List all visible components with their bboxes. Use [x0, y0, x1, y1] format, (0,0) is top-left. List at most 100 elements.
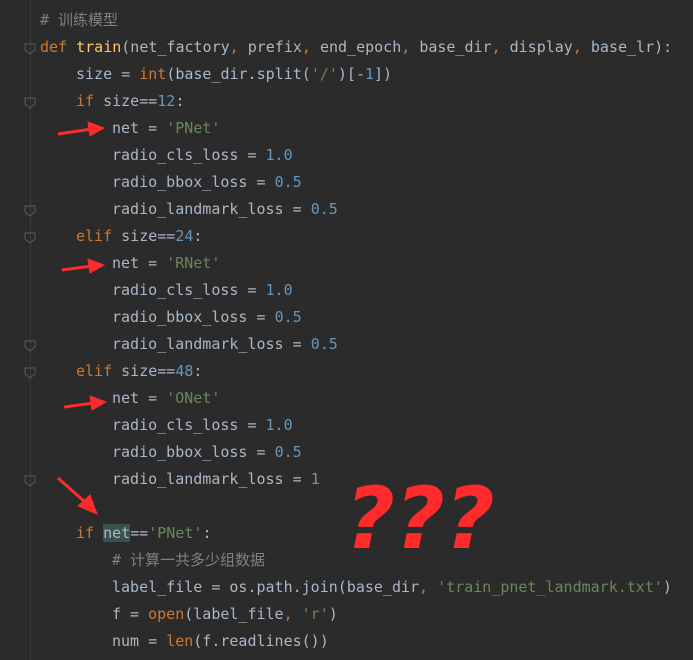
code-line[interactable]: radio_cls_loss = 1.0 — [112, 142, 293, 169]
code-token: 1 — [310, 470, 320, 488]
code-token: ) — [328, 605, 338, 623]
code-line[interactable]: radio_bbox_loss = 0.5 — [112, 439, 302, 466]
code-token: 'RNet' — [166, 254, 221, 272]
fold-marker-icon[interactable] — [24, 95, 36, 109]
code-token: (base_dir.split( — [166, 65, 311, 83]
code-token: size = — [76, 65, 140, 83]
code-line[interactable]: net = 'PNet' — [112, 115, 220, 142]
code-token: '/' — [310, 65, 338, 83]
code-token: int — [139, 65, 167, 83]
code-line[interactable]: radio_cls_loss = 1.0 — [112, 277, 293, 304]
fold-marker-icon[interactable] — [24, 365, 36, 379]
fold-marker-icon[interactable] — [24, 41, 36, 55]
code-line[interactable]: elif size==48: — [76, 358, 202, 385]
code-line[interactable]: label_file = os.path.join(base_dir, 'tra… — [112, 574, 672, 601]
arrow-annotations — [57, 121, 108, 515]
code-line[interactable]: radio_landmark_loss = 0.5 — [112, 196, 338, 223]
arrow-rnet-head — [87, 258, 106, 274]
code-token: # 计算一共多少组数据 — [112, 551, 266, 569]
question-marks-annotation: ??? — [345, 469, 495, 569]
code-line[interactable]: radio_landmark_loss = 1 — [112, 466, 320, 493]
code-token: # 训练模型 — [40, 11, 119, 29]
code-token: : — [175, 92, 185, 110]
code-token: 'r' — [301, 605, 329, 623]
code-token: size== — [121, 362, 176, 380]
code-line[interactable]: size = int(base_dir.split('/')[-1]) — [76, 61, 392, 88]
code-line[interactable]: radio_bbox_loss = 0.5 — [112, 304, 302, 331]
code-token: , — [491, 38, 510, 56]
code-line[interactable]: num = len(f.readlines()) — [112, 628, 329, 655]
arrow-if-net-shaft — [57, 476, 87, 505]
code-token: size== — [121, 227, 176, 245]
fold-marker-icon[interactable] — [24, 230, 36, 244]
code-token: , — [301, 38, 320, 56]
code-token: net = — [112, 254, 167, 272]
code-line[interactable]: radio_cls_loss = 1.0 — [112, 412, 293, 439]
code-token: 1.0 — [265, 146, 293, 164]
code-token: radio_bbox_loss = — [112, 308, 275, 326]
code-token: train — [76, 38, 122, 56]
code-token: radio_cls_loss = — [112, 146, 266, 164]
code-token: 1.0 — [265, 281, 293, 299]
code-token: radio_bbox_loss = — [112, 443, 275, 461]
code-token: radio_landmark_loss = — [112, 335, 311, 353]
code-token: 48 — [175, 362, 194, 380]
arrow-rnet-shaft — [61, 264, 93, 272]
arrow-pnet-head — [87, 121, 106, 137]
code-token: : — [193, 362, 203, 380]
arrow-if-net-head — [77, 494, 98, 515]
code-line[interactable]: if net=='PNet': — [76, 520, 211, 547]
code-token: net = — [112, 119, 167, 137]
code-line[interactable]: elif size==24: — [76, 223, 202, 250]
code-token: net — [103, 524, 131, 542]
code-token: 'ONet' — [166, 389, 221, 407]
code-token: elif — [76, 362, 122, 380]
code-line[interactable]: radio_landmark_loss = 0.5 — [112, 331, 338, 358]
code-token: end_epoch — [319, 38, 402, 56]
fold-marker-icon[interactable] — [24, 338, 36, 352]
code-token: 0.5 — [274, 173, 302, 191]
code-token: : — [193, 227, 203, 245]
code-line[interactable]: f = open(label_file, 'r') — [112, 601, 338, 628]
code-token: , — [401, 38, 420, 56]
code-token: size== — [103, 92, 158, 110]
code-token: , — [419, 578, 438, 596]
code-token: 0.5 — [310, 200, 338, 218]
code-line[interactable]: radio_bbox_loss = 0.5 — [112, 169, 302, 196]
code-token: 0.5 — [274, 308, 302, 326]
code-token: == — [130, 524, 149, 542]
code-token: (net_factory — [121, 38, 230, 56]
code-token: 24 — [175, 227, 194, 245]
code-token: ) — [662, 578, 672, 596]
code-token: if — [76, 92, 104, 110]
code-token: radio_landmark_loss = — [112, 200, 311, 218]
code-line[interactable]: def train(net_factory, prefix, end_epoch… — [40, 34, 672, 61]
code-token: 12 — [157, 92, 176, 110]
code-token: elif — [76, 227, 122, 245]
code-line[interactable]: if size==12: — [76, 88, 184, 115]
code-token: open — [148, 605, 185, 623]
code-token: len — [166, 632, 194, 650]
code-token: radio_landmark_loss = — [112, 470, 311, 488]
code-token: radio_cls_loss = — [112, 416, 266, 434]
code-token: f = — [112, 605, 149, 623]
arrow-onet-shaft — [63, 401, 95, 409]
code-line[interactable]: # 计算一共多少组数据 — [112, 547, 265, 574]
code-token: (label_file — [184, 605, 284, 623]
code-token: base_lr): — [590, 38, 673, 56]
fold-marker-icon[interactable] — [24, 473, 36, 487]
code-token: 0.5 — [310, 335, 338, 353]
fold-marker-icon[interactable] — [24, 203, 36, 217]
code-token: 0.5 — [274, 443, 302, 461]
code-line[interactable]: # 训练模型 — [40, 7, 118, 34]
code-line[interactable]: net = 'ONet' — [112, 385, 220, 412]
code-token: (f.readlines()) — [193, 632, 329, 650]
code-line[interactable]: net = 'RNet' — [112, 250, 220, 277]
code-token: if — [76, 524, 104, 542]
code-token: )[- — [337, 65, 365, 83]
code-token: , — [229, 38, 248, 56]
code-token: label_file = os.path.join(base_dir — [112, 578, 420, 596]
code-token: net = — [112, 389, 167, 407]
code-token: def — [40, 38, 77, 56]
code-token: 1.0 — [265, 416, 293, 434]
